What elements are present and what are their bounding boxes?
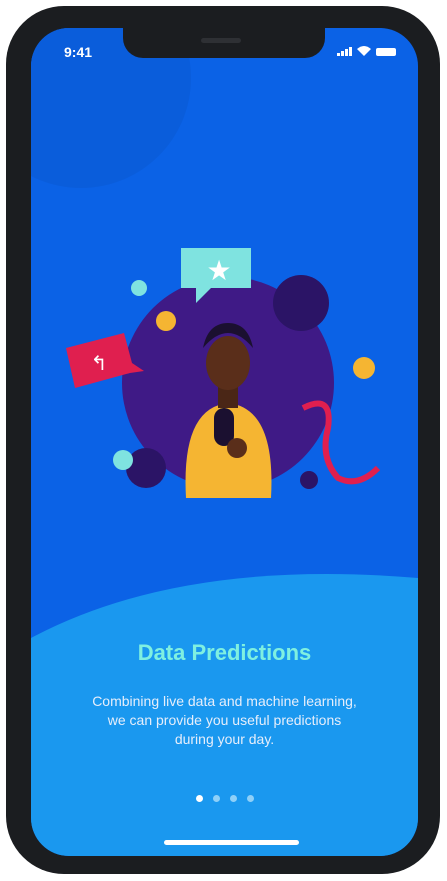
- signal-icon: [337, 47, 352, 56]
- screen: 9:41 ★ ↰ Data Predictions Combining live…: [31, 28, 418, 856]
- home-indicator[interactable]: [164, 840, 299, 845]
- onboarding-title: Data Predictions: [137, 640, 312, 665]
- status-icons: [337, 46, 396, 56]
- page-dot-4[interactable]: [246, 795, 254, 802]
- page-dot-3[interactable]: [229, 795, 237, 802]
- phone-frame: 9:41 ★ ↰ Data Predictions Combining live…: [6, 6, 440, 874]
- battery-icon: [376, 48, 396, 56]
- wifi-icon: [357, 46, 371, 56]
- page-dot-1[interactable]: [195, 795, 203, 802]
- notch: [123, 28, 325, 58]
- illustration: ★ ↰: [66, 248, 381, 498]
- svg-text:↰: ↰: [91, 353, 108, 375]
- page-indicator[interactable]: [31, 795, 418, 802]
- svg-text:★: ★: [206, 255, 231, 286]
- status-time: 9:41: [64, 44, 93, 60]
- page-dot-2[interactable]: [212, 795, 220, 802]
- onboarding-description: Combining live data and machine learning…: [92, 693, 357, 747]
